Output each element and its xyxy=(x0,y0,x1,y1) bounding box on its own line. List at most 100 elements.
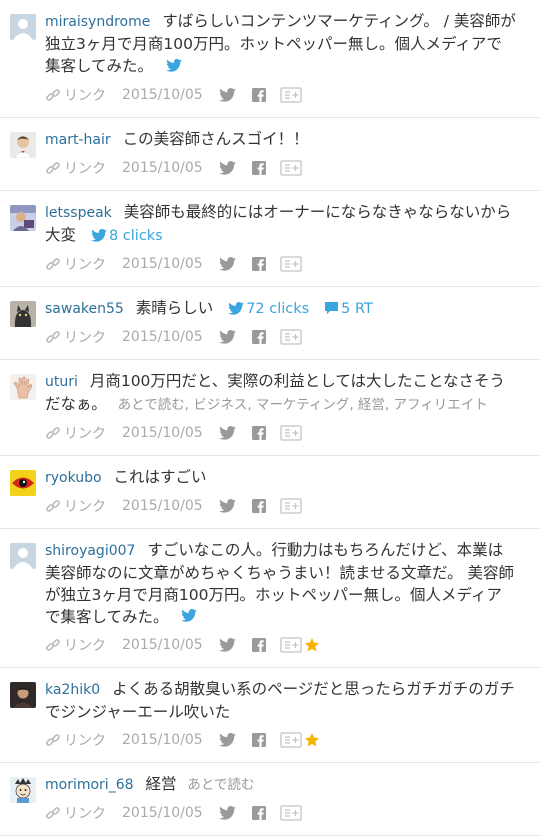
comment-item: shiroyagi007 すごいなこの人。行動力はもちろんだけど、本業は美容師な… xyxy=(0,529,540,668)
comment-date: 2015/10/05 xyxy=(122,732,203,748)
permalink[interactable]: リンク xyxy=(45,635,106,655)
twitter-share-icon[interactable] xyxy=(218,329,236,344)
twitter-clicks-link[interactable]: 72 clicks xyxy=(228,301,309,317)
add-bookmark-icon[interactable] xyxy=(280,159,302,176)
clicks-count: 8 clicks xyxy=(108,227,163,244)
twitter-share-icon[interactable] xyxy=(218,87,236,102)
comment-date: 2015/10/05 xyxy=(122,805,203,821)
comment-item: mart-hair この美容師さんスゴイ！！ リンク 2015/10/05 xyxy=(0,118,540,191)
username-link[interactable]: letsspeak xyxy=(45,205,112,221)
username-link[interactable]: mart-hair xyxy=(45,132,111,148)
add-bookmark-icon[interactable] xyxy=(280,732,302,748)
link-icon xyxy=(46,330,60,343)
twitter-share-icon[interactable] xyxy=(218,638,236,652)
add-bookmark-icon[interactable] xyxy=(280,637,302,653)
username-link[interactable]: uturi xyxy=(45,374,78,390)
facebook-share-icon[interactable] xyxy=(251,638,266,652)
permalink[interactable]: リンク xyxy=(45,423,106,443)
permalink[interactable]: リンク xyxy=(45,730,106,750)
add-bookmark-icon[interactable] xyxy=(280,255,302,272)
comment-text: これはすごい xyxy=(113,467,207,486)
red-eye-avatar-icon[interactable] xyxy=(10,469,36,496)
link-icon xyxy=(46,257,60,270)
facebook-share-icon[interactable] xyxy=(251,329,266,344)
twitter-share-icon[interactable] xyxy=(218,425,236,440)
twitter-share-icon[interactable] xyxy=(218,806,236,820)
comment-meta: リンク 2015/10/05 xyxy=(45,496,516,516)
permalink-label: リンク xyxy=(64,498,106,515)
username-link[interactable]: miraisyndrome xyxy=(45,14,150,30)
comment-meta: リンク 2015/10/05 xyxy=(45,85,516,105)
facebook-share-icon[interactable] xyxy=(251,256,266,271)
twitter-share-icon[interactable] xyxy=(218,733,236,747)
add-bookmark-icon[interactable] xyxy=(280,497,302,514)
comment-item: sawaken55 素晴らしい 72 clicks 5 RT リンク 2015/… xyxy=(0,287,540,360)
link-icon xyxy=(46,734,60,746)
add-bookmark-icon[interactable] xyxy=(280,86,302,103)
permalink[interactable]: リンク xyxy=(45,254,106,274)
permalink[interactable]: リンク xyxy=(45,803,106,823)
username-link[interactable]: ryokubo xyxy=(45,470,102,486)
star-icon[interactable] xyxy=(304,637,320,653)
comment-text: 経営 xyxy=(145,775,177,793)
permalink[interactable]: リンク xyxy=(45,85,106,105)
comment-list: miraisyndrome すばらしいコンテンツマーケティング。 / 美容師が独… xyxy=(0,0,540,836)
user-photo-avatar-icon[interactable] xyxy=(10,131,36,158)
comment-item: ryokubo これはすごい リンク 2015/10/05 xyxy=(0,456,540,529)
hand-avatar-icon[interactable] xyxy=(10,373,36,400)
facebook-share-icon[interactable] xyxy=(251,160,266,175)
permalink-label: リンク xyxy=(64,87,106,104)
twitter-share-icon[interactable] xyxy=(218,256,236,271)
comment-text: この美容師さんスゴイ！！ xyxy=(122,129,309,148)
link-icon xyxy=(46,639,60,651)
comment-meta: リンク 2015/10/05 xyxy=(45,327,516,347)
user-photo-avatar-icon[interactable] xyxy=(10,682,36,708)
comment-meta: リンク 2015/10/05 xyxy=(45,423,516,443)
comment-date: 2015/10/05 xyxy=(122,424,203,441)
add-bookmark-icon[interactable] xyxy=(280,424,302,441)
comment-item: morimori_68 経営 あとで読む リンク 2015/10/05 xyxy=(0,763,540,836)
twitter-bird-icon[interactable] xyxy=(166,56,182,78)
facebook-share-icon[interactable] xyxy=(251,87,266,102)
comment-meta: リンク 2015/10/05 xyxy=(45,730,516,750)
cat-avatar-icon[interactable] xyxy=(10,300,36,327)
facebook-share-icon[interactable] xyxy=(251,806,266,820)
comment-date: 2015/10/05 xyxy=(122,159,203,176)
comment-date: 2015/10/05 xyxy=(122,255,203,272)
comment-meta: リンク 2015/10/05 xyxy=(45,254,516,274)
comment-date: 2015/10/05 xyxy=(122,86,203,103)
twitter-bird-icon xyxy=(228,301,245,315)
twitter-bird-icon[interactable] xyxy=(181,606,198,628)
permalink[interactable]: リンク xyxy=(45,496,106,516)
user-photo-avatar-icon[interactable] xyxy=(10,204,36,231)
comment-text: よくある胡散臭い系のページだと思ったらガチガチのガチでジンジャーエール吹いた xyxy=(45,680,515,721)
add-bookmark-icon[interactable] xyxy=(280,328,302,345)
comment-date: 2015/10/05 xyxy=(122,328,203,345)
default-avatar-icon[interactable] xyxy=(10,542,36,569)
comment-tags: あとで読む, ビジネス, マーケティング, 経営, アフィリエイト xyxy=(117,396,488,413)
twitter-share-icon[interactable] xyxy=(218,160,236,175)
permalink-label: リンク xyxy=(64,638,106,654)
star-icon[interactable] xyxy=(304,732,320,748)
comment-text: 素晴らしい xyxy=(135,298,214,317)
twitter-share-icon[interactable] xyxy=(218,498,236,513)
facebook-share-icon[interactable] xyxy=(251,498,266,513)
link-icon xyxy=(46,88,60,101)
comment-item: uturi 月商100万円だと、実際の利益としては大したことなさそうだなぁ。 あ… xyxy=(0,360,540,456)
clicks-count: 72 clicks xyxy=(246,300,310,317)
retweet-count-link[interactable]: 5 RT xyxy=(324,301,373,317)
facebook-share-icon[interactable] xyxy=(251,425,266,440)
permalink[interactable]: リンク xyxy=(45,327,106,347)
username-link[interactable]: shiroyagi007 xyxy=(45,543,135,559)
facebook-share-icon[interactable] xyxy=(251,733,266,747)
add-bookmark-icon[interactable] xyxy=(280,805,302,821)
permalink-label: リンク xyxy=(64,329,106,346)
comment-tags: あとで読む xyxy=(187,777,255,793)
username-link[interactable]: sawaken55 xyxy=(45,301,124,317)
permalink[interactable]: リンク xyxy=(45,158,106,178)
twitter-clicks-link[interactable]: 8 clicks xyxy=(91,228,163,244)
default-avatar-icon[interactable] xyxy=(10,14,36,40)
comment-item: ka2hik0 よくある胡散臭い系のページだと思ったらガチガチのガチでジンジャー… xyxy=(0,668,540,763)
username-link[interactable]: ka2hik0 xyxy=(45,682,100,698)
username-link[interactable]: morimori_68 xyxy=(45,777,134,793)
